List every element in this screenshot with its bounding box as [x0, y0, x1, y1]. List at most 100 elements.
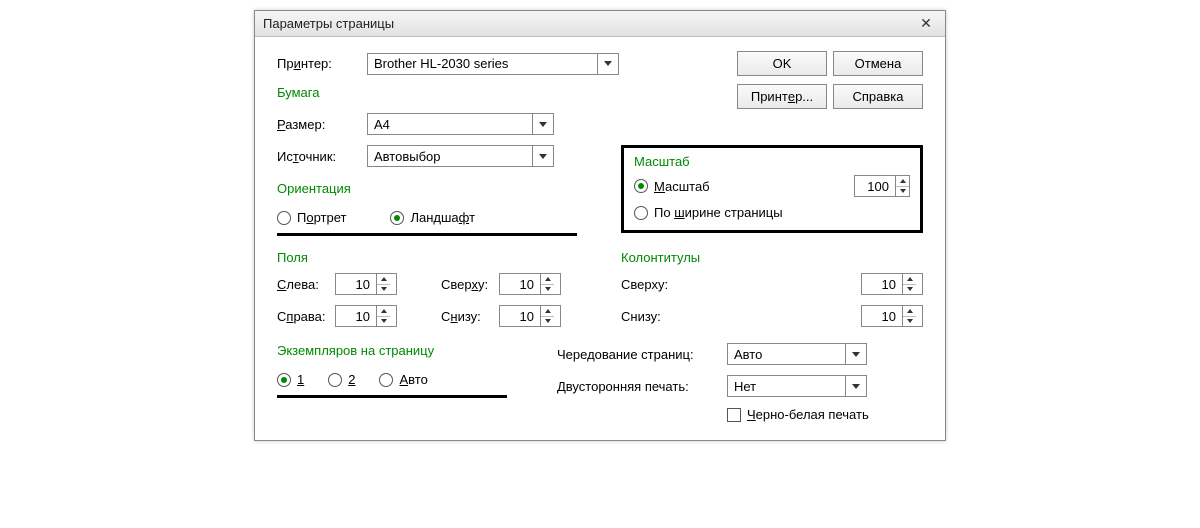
- spinner-down-icon[interactable]: [903, 285, 916, 295]
- spinner-down-icon[interactable]: [377, 317, 390, 327]
- radio-icon: [277, 373, 291, 387]
- margin-left-value: 10: [336, 274, 376, 294]
- portrait-label: Портрет: [297, 210, 346, 225]
- spinner-down-icon[interactable]: [896, 187, 909, 197]
- spinner-up-icon[interactable]: [903, 306, 916, 317]
- paper-group-title: Бумага: [277, 85, 319, 100]
- margins-group-title: Поля: [277, 250, 621, 265]
- printer-settings-button[interactable]: Принтер...: [737, 84, 827, 109]
- printer-row: Принтер: Brother HL-2030 series OK Отмен…: [277, 51, 923, 76]
- radio-icon: [634, 206, 648, 220]
- interleave-value: Авто: [728, 344, 846, 364]
- size-value: A4: [368, 114, 533, 134]
- size-combo[interactable]: A4: [367, 113, 554, 135]
- orientation-group-title: Ориентация: [277, 181, 577, 196]
- radio-icon: [277, 211, 291, 225]
- margin-bottom-value: 10: [500, 306, 540, 326]
- close-icon[interactable]: ✕: [915, 15, 937, 33]
- margin-right-spinner[interactable]: 10: [335, 305, 397, 327]
- titlebar: Параметры страницы ✕: [255, 11, 945, 37]
- hf-top-spinner[interactable]: 10: [861, 273, 923, 295]
- dropdown-icon[interactable]: [846, 376, 866, 396]
- bw-checkbox[interactable]: Черно-белая печать: [727, 407, 923, 422]
- dropdown-icon[interactable]: [846, 344, 866, 364]
- pps-2-label: 2: [348, 372, 355, 387]
- pps-auto-label: Авто: [399, 372, 427, 387]
- client-area: Принтер: Brother HL-2030 series OK Отмен…: [255, 37, 945, 440]
- window-title: Параметры страницы: [263, 16, 394, 31]
- fit-width-label: По ширине страницы: [654, 205, 783, 220]
- hf-top-value: 10: [862, 274, 902, 294]
- dropdown-icon[interactable]: [533, 146, 553, 166]
- spinner-up-icon[interactable]: [896, 176, 909, 187]
- hf-bottom-label: Снизу:: [621, 309, 683, 324]
- headerfooter-group-title: Колонтитулы: [621, 250, 923, 265]
- source-combo[interactable]: Автовыбор: [367, 145, 554, 167]
- scaling-group-title: Масштаб: [634, 154, 910, 169]
- spinner-up-icon[interactable]: [541, 306, 554, 317]
- ok-button[interactable]: OK: [737, 51, 827, 76]
- spinner-down-icon[interactable]: [541, 317, 554, 327]
- duplex-label: Двусторонняя печать:: [557, 379, 727, 394]
- pps-auto-radio[interactable]: Авто: [379, 372, 427, 387]
- radio-icon: [379, 373, 393, 387]
- hf-top-label: Сверху:: [621, 277, 683, 292]
- spinner-up-icon[interactable]: [377, 274, 390, 285]
- second-row: Бумага Принтер... Справка: [277, 84, 923, 109]
- pps-2-radio[interactable]: 2: [328, 372, 355, 387]
- margin-bottom-label: Снизу:: [441, 309, 499, 324]
- margin-bottom-spinner[interactable]: 10: [499, 305, 561, 327]
- pps-1-radio[interactable]: 1: [277, 372, 304, 387]
- hf-bottom-spinner[interactable]: 10: [861, 305, 923, 327]
- radio-icon: [390, 211, 404, 225]
- spinner-down-icon[interactable]: [903, 317, 916, 327]
- checkbox-icon: [727, 408, 741, 422]
- scale-spinner[interactable]: 100: [854, 175, 910, 197]
- page-setup-dialog: Параметры страницы ✕ Принтер: Brother HL…: [254, 10, 946, 441]
- margin-left-spinner[interactable]: 10: [335, 273, 397, 295]
- scaling-group-box: Масштаб Масштаб 100: [621, 145, 923, 233]
- spinner-up-icon[interactable]: [541, 274, 554, 285]
- help-button[interactable]: Справка: [833, 84, 923, 109]
- dropdown-icon[interactable]: [598, 54, 618, 74]
- radio-icon: [328, 373, 342, 387]
- margin-left-label: Слева:: [277, 277, 335, 292]
- dropdown-icon[interactable]: [533, 114, 553, 134]
- margin-top-value: 10: [500, 274, 540, 294]
- spinner-up-icon[interactable]: [903, 274, 916, 285]
- source-and-scale-row: Источник: Автовыбор Ориентация Портрет: [277, 145, 923, 236]
- printer-value: Brother HL-2030 series: [368, 54, 598, 74]
- landscape-label: Ландшафт: [410, 210, 475, 225]
- pps-1-label: 1: [297, 372, 304, 387]
- bottom-row: Экземпляров на страницу 1 2 Авто: [277, 343, 923, 422]
- margin-right-value: 10: [336, 306, 376, 326]
- printer-label: Принтер:: [277, 56, 367, 71]
- spinner-up-icon[interactable]: [377, 306, 390, 317]
- spinner-down-icon[interactable]: [377, 285, 390, 295]
- duplex-value: Нет: [728, 376, 846, 396]
- interleave-label: Чередование страниц:: [557, 347, 727, 362]
- fit-width-radio[interactable]: По ширине страницы: [634, 205, 783, 220]
- duplex-combo[interactable]: Нет: [727, 375, 867, 397]
- scale-value: 100: [855, 176, 895, 196]
- hf-bottom-value: 10: [862, 306, 902, 326]
- orientation-landscape-radio[interactable]: Ландшафт: [390, 210, 475, 225]
- interleave-combo[interactable]: Авто: [727, 343, 867, 365]
- pps-group-title: Экземпляров на страницу: [277, 343, 537, 358]
- scale-radio[interactable]: Масштаб: [634, 179, 710, 194]
- radio-icon: [634, 179, 648, 193]
- bw-label: Черно-белая печать: [747, 407, 869, 422]
- orientation-portrait-radio[interactable]: Портрет: [277, 210, 346, 225]
- printer-combo[interactable]: Brother HL-2030 series: [367, 53, 619, 75]
- margin-top-spinner[interactable]: 10: [499, 273, 561, 295]
- size-row: Размер: A4: [277, 113, 923, 135]
- spinner-down-icon[interactable]: [541, 285, 554, 295]
- source-value: Автовыбор: [368, 146, 533, 166]
- orientation-radios: Портрет Ландшафт: [277, 204, 577, 236]
- scale-radio-label: Масштаб: [654, 179, 710, 194]
- cancel-button[interactable]: Отмена: [833, 51, 923, 76]
- source-label: Источник:: [277, 149, 367, 164]
- margins-hf-row: Поля Слева: 10 Сверху: 10 Справа:: [277, 250, 923, 327]
- margin-right-label: Справа:: [277, 309, 335, 324]
- margin-top-label: Сверху:: [441, 277, 499, 292]
